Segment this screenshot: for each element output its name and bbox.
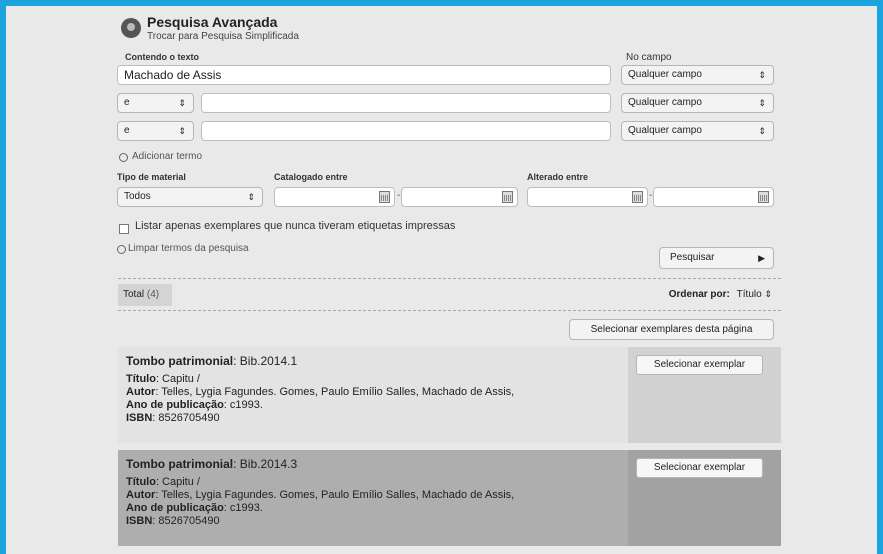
isbn-label: ISBN (126, 412, 153, 424)
operator-select-2-value: e (124, 97, 130, 108)
calendar-icon[interactable] (758, 191, 769, 203)
field-select-1-value: Qualquer campo (628, 69, 702, 80)
author-value: : Telles, Lygia Fagundes. Gomes, Paulo E… (155, 489, 515, 501)
search-term-input-3[interactable] (201, 121, 611, 141)
cataloged-from-date[interactable] (274, 187, 395, 207)
field-select-3[interactable]: Qualquer campo ⇕ (621, 121, 774, 141)
sort-control[interactable]: Ordenar por: Título ⇕ (669, 289, 772, 300)
search-term-input-1[interactable]: Machado de Assis (117, 65, 611, 85)
tombo-label: Tombo patrimonial (126, 354, 234, 368)
field-select-1[interactable]: Qualquer campo ⇕ (621, 65, 774, 85)
never-printed-label: Listar apenas exemplares que nunca tiver… (135, 220, 456, 232)
result-actions: Selecionar exemplar (628, 450, 781, 546)
year-value: : c1993. (223, 399, 263, 411)
author-label: Autor (126, 489, 156, 501)
calendar-icon[interactable] (502, 191, 513, 203)
updown-arrows-icon: ⇕ (247, 192, 255, 202)
material-type-label: Tipo de material (117, 172, 186, 182)
operator-select-3-value: e (124, 125, 130, 136)
author-line: Autor: Telles, Lygia Fagundes. Gomes, Pa… (126, 489, 628, 502)
altered-to-date[interactable] (653, 187, 774, 207)
title-value: : Capitu / (155, 476, 200, 488)
search-term-input-2[interactable] (201, 93, 611, 113)
updown-arrows-icon: ⇕ (178, 126, 186, 136)
field-label: No campo (626, 52, 672, 63)
title-label: Título (126, 476, 156, 488)
clear-terms-link[interactable]: Limpar termos da pesquisa (128, 243, 249, 254)
year-line: Ano de publicação: c1993. (126, 399, 628, 412)
isbn-value: : 8526705490 (152, 412, 220, 424)
date-separator: - (649, 190, 653, 201)
contains-text-label: Contendo o texto (125, 52, 199, 62)
triangle-right-icon: ▶ (758, 253, 765, 263)
search-button-label: Pesquisar (670, 252, 715, 263)
total-label: Total (123, 289, 145, 300)
isbn-value: : 8526705490 (152, 515, 220, 527)
plus-circle-icon[interactable] (119, 153, 128, 162)
author-value: : Telles, Lygia Fagundes. Gomes, Paulo E… (155, 386, 515, 398)
sort-label: Ordenar por: (668, 289, 730, 300)
updown-arrows-icon: ⇕ (758, 126, 766, 136)
add-term-link[interactable]: Adicionar termo (132, 151, 202, 162)
tombo-value: : Bib.2014.3 (233, 457, 298, 471)
year-line: Ano de publicação: c1993. (126, 502, 628, 515)
result-info: Tombo patrimonial: Bib.2014.1 Título: Ca… (118, 347, 628, 443)
isbn-line: ISBN: 8526705490 (126, 515, 628, 528)
divider (118, 278, 781, 279)
material-type-select[interactable]: Todos ⇕ (117, 187, 263, 207)
updown-arrows-icon: ⇕ (758, 70, 766, 80)
title-value: : Capitu / (155, 373, 200, 385)
year-label: Ano de publicação (126, 399, 224, 411)
divider (118, 310, 781, 311)
author-label: Autor (126, 386, 156, 398)
result-actions: Selecionar exemplar (628, 347, 781, 443)
map-pin-icon (121, 18, 141, 38)
year-label: Ano de publicação (126, 502, 224, 514)
result-item-2: Tombo patrimonial: Bib.2014.3 Título: Ca… (118, 450, 781, 546)
year-value: : c1993. (223, 502, 263, 514)
sort-value: Título (736, 289, 762, 300)
result-info: Tombo patrimonial: Bib.2014.3 Título: Ca… (118, 450, 628, 546)
results-toolbar: Total (4) Ordenar por: Título ⇕ (118, 284, 781, 306)
operator-select-2[interactable]: e ⇕ (117, 93, 194, 113)
result-item-1: Tombo patrimonial: Bib.2014.1 Título: Ca… (118, 347, 781, 443)
tombo-line: Tombo patrimonial: Bib.2014.3 (126, 457, 628, 472)
field-select-2-value: Qualquer campo (628, 97, 702, 108)
title-line: Título: Capitu / (126, 373, 628, 386)
search-button[interactable]: Pesquisar ▶ (659, 247, 774, 269)
tombo-value: : Bib.2014.1 (233, 354, 298, 368)
updown-arrows-icon: ⇕ (178, 98, 186, 108)
page-title: Pesquisa Avançada (147, 14, 278, 30)
total-badge: Total (4) (118, 284, 172, 306)
isbn-label: ISBN (126, 515, 153, 527)
never-printed-checkbox[interactable] (119, 224, 129, 234)
updown-arrows-icon: ⇕ (764, 289, 772, 299)
cataloged-to-date[interactable] (401, 187, 518, 207)
search-panel: Pesquisa Avançada Trocar para Pesquisa S… (6, 6, 877, 554)
total-count: (4) (146, 289, 160, 300)
title-label: Título (126, 373, 156, 385)
operator-select-3[interactable]: e ⇕ (117, 121, 194, 141)
updown-arrows-icon: ⇕ (758, 98, 766, 108)
material-type-value: Todos (124, 191, 151, 202)
author-line: Autor: Telles, Lygia Fagundes. Gomes, Pa… (126, 386, 628, 399)
field-select-3-value: Qualquer campo (628, 125, 702, 136)
select-page-items-button[interactable]: Selecionar exemplares desta página (569, 319, 774, 340)
calendar-icon[interactable] (632, 191, 643, 203)
altered-between-label: Alterado entre (527, 172, 589, 182)
switch-to-simple-search-link[interactable]: Trocar para Pesquisa Simplificada (147, 31, 299, 42)
tombo-label: Tombo patrimonial (126, 457, 234, 471)
field-select-2[interactable]: Qualquer campo ⇕ (621, 93, 774, 113)
select-item-button[interactable]: Selecionar exemplar (636, 355, 763, 375)
isbn-line: ISBN: 8526705490 (126, 412, 628, 425)
title-line: Título: Capitu / (126, 476, 628, 489)
select-item-button[interactable]: Selecionar exemplar (636, 458, 763, 478)
minus-circle-icon[interactable] (117, 245, 126, 254)
tombo-line: Tombo patrimonial: Bib.2014.1 (126, 354, 628, 369)
calendar-icon[interactable] (379, 191, 390, 203)
cataloged-between-label: Catalogado entre (274, 172, 348, 182)
date-separator: - (397, 190, 401, 201)
altered-from-date[interactable] (527, 187, 648, 207)
